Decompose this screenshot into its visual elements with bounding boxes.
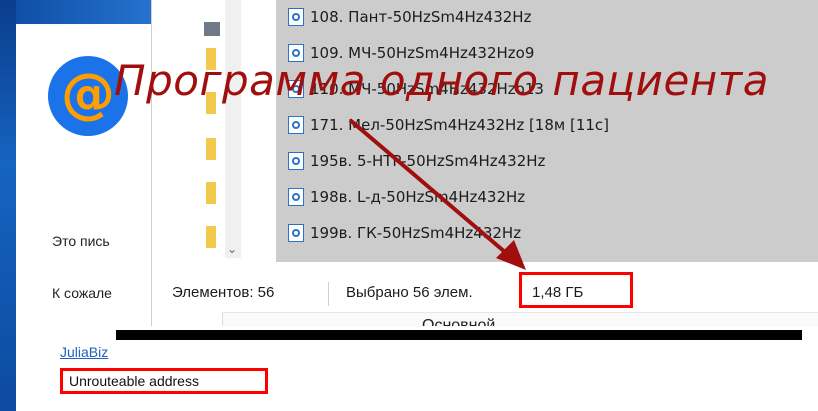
desktop-background: [0, 0, 16, 411]
file-list: 108. Пант-50HzSm4Hz432Hz 109. МЧ-50HzSm4…: [276, 0, 818, 273]
file-name: 171. Мел-50HzSm4Hz432Hz [18м [11c]: [310, 116, 610, 134]
audio-file-icon: [288, 188, 304, 206]
file-name: 199в. ГК-50HzSm4Hz432Hz: [310, 224, 522, 242]
chevron-down-icon[interactable]: ⌄: [227, 242, 237, 256]
folder-icon[interactable]: [206, 138, 216, 160]
bottom-panel: [222, 312, 818, 327]
bottom-panel-divider: [222, 312, 223, 326]
file-row[interactable]: 199в. ГК-50HzSm4Hz432Hz: [288, 218, 818, 248]
file-row[interactable]: 171. Мел-50HzSm4Hz432Hz [18м [11c]: [288, 110, 818, 140]
status-bar: Элементов: 56 Выбрано 56 элем. 1,48 ГБ О…: [152, 262, 818, 327]
mail-body-line: К сожале: [52, 285, 112, 301]
audio-file-icon: [288, 152, 304, 170]
item-count: Элементов: 56: [172, 284, 275, 301]
file-name: 108. Пант-50HzSm4Hz432Hz: [310, 8, 532, 26]
selected-count: Выбрано 56 элем.: [346, 284, 473, 301]
file-name: 195в. 5-HTP-50HzSm4Hz432Hz: [310, 152, 546, 170]
navigation-scrollbar[interactable]: ⌄: [225, 0, 241, 258]
file-row[interactable]: 198в. L-д-50HzSm4Hz432Hz: [288, 182, 818, 212]
selected-size-box: 1,48 ГБ: [519, 272, 633, 308]
mail-link[interactable]: JuliaBiz: [60, 344, 108, 360]
folder-icon[interactable]: [206, 226, 216, 248]
file-row[interactable]: 108. Пант-50HzSm4Hz432Hz: [288, 2, 818, 32]
black-divider-bar: [116, 330, 802, 340]
file-row[interactable]: 195в. 5-HTP-50HzSm4Hz432Hz: [288, 146, 818, 176]
error-message-box: Unrouteable address: [60, 368, 268, 394]
folder-icon[interactable]: [206, 182, 216, 204]
navigation-pane: [152, 0, 204, 258]
audio-file-icon: [288, 8, 304, 26]
mail-body-line: Это пись: [52, 233, 110, 249]
audio-file-icon: [288, 224, 304, 242]
drive-icon[interactable]: [204, 22, 220, 36]
annotation-title: Программа одного пациента: [114, 56, 769, 105]
file-explorer-window: ⌄ 108. Пант-50HzSm4Hz432Hz 109. МЧ-50HzS…: [152, 0, 818, 327]
bottom-panel-text: Основной: [422, 317, 496, 326]
file-name: 198в. L-д-50HzSm4Hz432Hz: [310, 188, 526, 206]
status-divider: [328, 282, 329, 306]
audio-file-icon: [288, 116, 304, 134]
